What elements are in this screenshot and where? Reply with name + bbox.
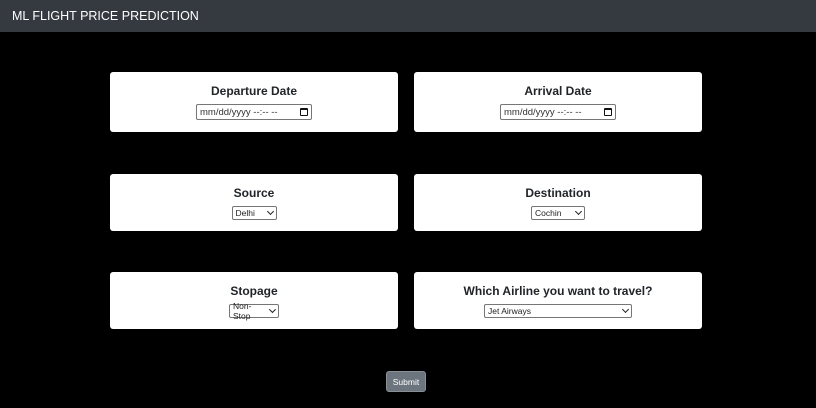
departure-label: Departure Date	[210, 84, 298, 98]
destination-select[interactable]: Cochin	[531, 206, 585, 220]
arrival-date-input[interactable]: mm/dd/yyyy --:-- --	[500, 104, 616, 120]
calendar-icon[interactable]	[300, 108, 308, 116]
stopage-select[interactable]: Non-Stop	[229, 301, 279, 321]
destination-selected-value: Cochin	[535, 208, 562, 218]
destination-label: Destination	[525, 186, 591, 200]
stopage-selected-value: Non-Stop	[233, 301, 252, 321]
stopage-label: Stopage	[230, 284, 278, 298]
arrival-date-value: mm/dd/yyyy --:-- --	[504, 106, 582, 118]
navbar: ML FLIGHT PRICE PREDICTION	[0, 0, 816, 32]
calendar-icon[interactable]	[604, 108, 612, 116]
departure-card: Departure Date mm/dd/yyyy --:-- --	[110, 72, 398, 132]
navbar-brand[interactable]: ML FLIGHT PRICE PREDICTION	[12, 9, 199, 23]
airline-card: Which Airline you want to travel? Jet Ai…	[414, 272, 702, 329]
source-selected-value: Delhi	[235, 208, 255, 218]
stopage-card: Stopage Non-Stop	[110, 272, 398, 329]
departure-date-input[interactable]: mm/dd/yyyy --:-- --	[196, 104, 312, 120]
airline-select[interactable]: Jet Airways	[484, 304, 632, 318]
chevron-down-icon	[574, 207, 583, 216]
chevron-down-icon	[269, 306, 277, 313]
airline-label: Which Airline you want to travel?	[463, 284, 653, 298]
chevron-down-icon	[266, 207, 274, 216]
submit-button[interactable]: Submit	[386, 371, 426, 392]
departure-date-value: mm/dd/yyyy --:-- --	[200, 106, 278, 118]
source-label: Source	[233, 186, 275, 200]
source-card: Source Delhi	[110, 174, 398, 231]
arrival-card: Arrival Date mm/dd/yyyy --:-- --	[414, 72, 702, 132]
chevron-down-icon	[621, 305, 630, 314]
destination-card: Destination Cochin	[414, 174, 702, 231]
arrival-label: Arrival Date	[524, 84, 592, 98]
source-select[interactable]: Delhi	[231, 206, 277, 220]
airline-selected-value: Jet Airways	[488, 306, 531, 316]
